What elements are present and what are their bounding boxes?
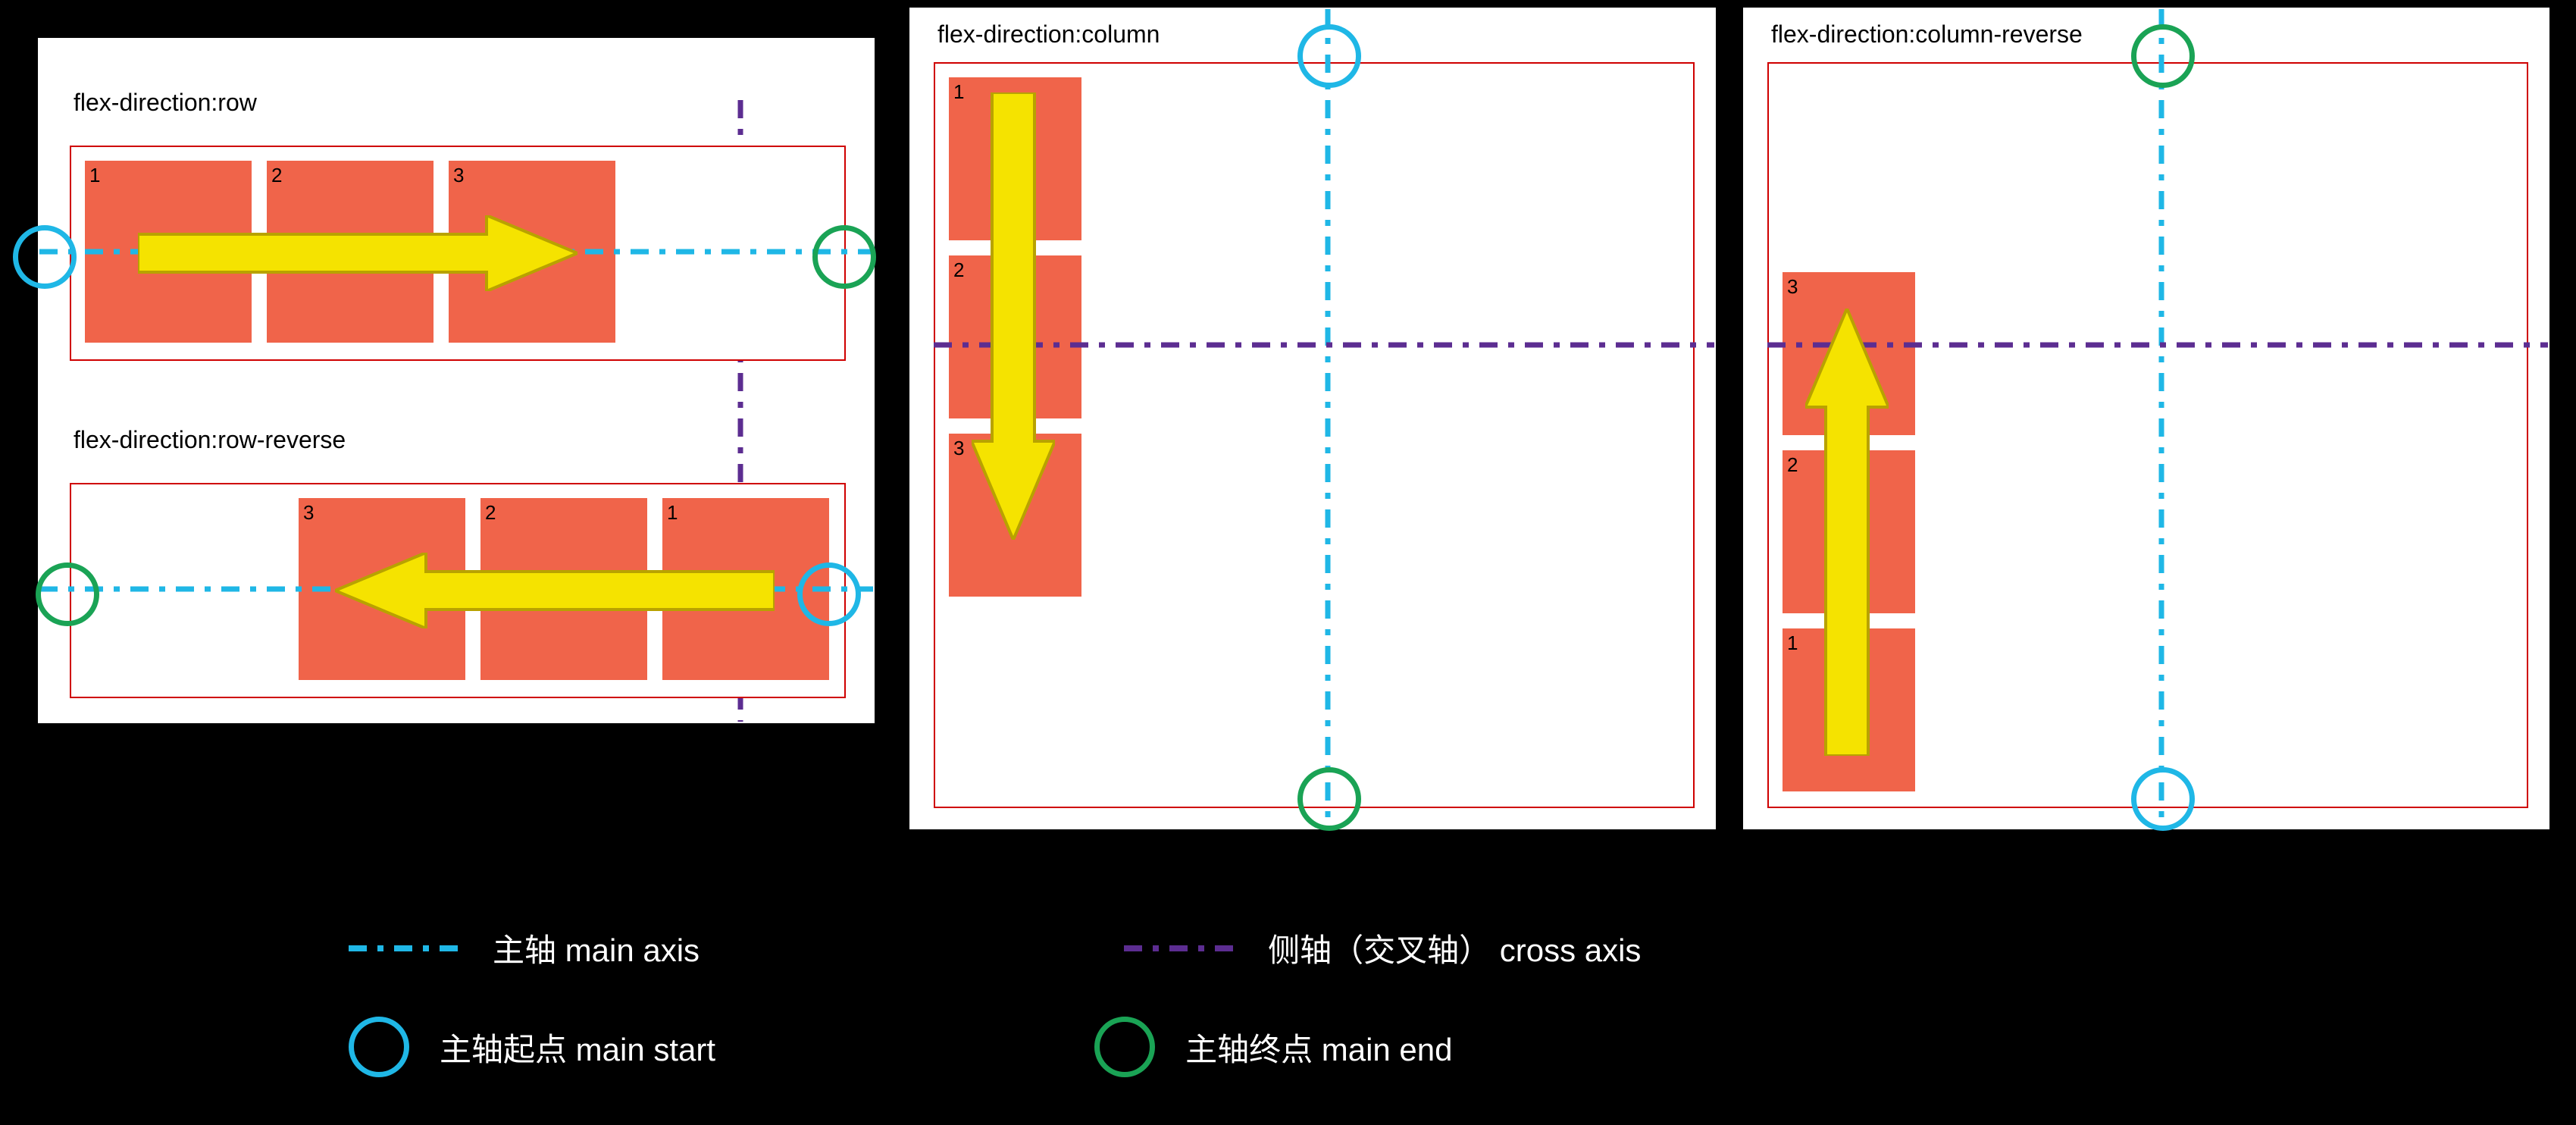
- legend-main-end-icon: [1094, 1017, 1155, 1077]
- legend-main-start-icon: [349, 1017, 409, 1077]
- main-end-marker: [812, 225, 876, 289]
- main-start-marker: [13, 225, 77, 289]
- legend-label: 主轴 main axis: [493, 925, 700, 971]
- legend-label: 主轴起点 main start: [440, 1024, 715, 1070]
- item-label: 1: [953, 80, 964, 104]
- legend-main-start: 主轴起点 main start: [349, 1017, 715, 1077]
- item-label: 3: [953, 437, 964, 460]
- main-end-marker: [1297, 767, 1361, 831]
- diagram-page: flex-direction:row 1 2 3 flex-direction:…: [0, 0, 2576, 1125]
- main-axis-column: [1324, 9, 1332, 828]
- legend: 主轴 main axis 侧轴（交叉轴） cross axis 主轴起点 mai…: [0, 925, 2576, 1077]
- item-label: 2: [271, 164, 282, 187]
- legend-main-end: 主轴终点 main end: [1094, 1017, 1452, 1077]
- main-axis-column-reverse: [2158, 9, 2165, 828]
- panel-column-reverse: flex-direction:column-reverse 1 2 3: [1743, 8, 2549, 829]
- panel-row-pair: flex-direction:row 1 2 3 flex-direction:…: [38, 38, 875, 723]
- legend-main-axis: 主轴 main axis: [349, 925, 700, 971]
- item-label: 1: [667, 501, 678, 525]
- main-end-marker: [2131, 24, 2195, 88]
- main-start-marker: [1297, 24, 1361, 88]
- title-row-reverse: flex-direction:row-reverse: [74, 426, 346, 454]
- main-end-marker: [36, 562, 99, 626]
- legend-label: 主轴终点 main end: [1185, 1024, 1452, 1070]
- legend-label: 侧轴（交叉轴） cross axis: [1268, 925, 1641, 971]
- item-label: 2: [485, 501, 496, 525]
- item-label: 3: [1787, 275, 1798, 299]
- title-column-reverse: flex-direction:column-reverse: [1771, 20, 2083, 49]
- panel-column: flex-direction:column 1 2 3: [909, 8, 1716, 829]
- item-label: 1: [89, 164, 100, 187]
- item-label: 2: [1787, 453, 1798, 477]
- main-direction-arrow: [972, 92, 1055, 540]
- legend-main-axis-icon: [349, 945, 462, 952]
- title-row: flex-direction:row: [74, 89, 257, 117]
- main-direction-arrow: [138, 215, 577, 291]
- legend-cross-axis-icon: [1124, 945, 1238, 952]
- item-label: 2: [953, 259, 964, 282]
- item-label: 1: [1787, 631, 1798, 655]
- main-start-marker: [2131, 767, 2195, 831]
- item-label: 3: [303, 501, 314, 525]
- main-direction-arrow: [1805, 309, 1889, 756]
- main-start-marker: [797, 562, 861, 626]
- title-column: flex-direction:column: [937, 20, 1160, 49]
- legend-cross-axis: 侧轴（交叉轴） cross axis: [1124, 925, 1641, 971]
- item-label: 3: [453, 164, 464, 187]
- main-direction-arrow: [335, 553, 775, 628]
